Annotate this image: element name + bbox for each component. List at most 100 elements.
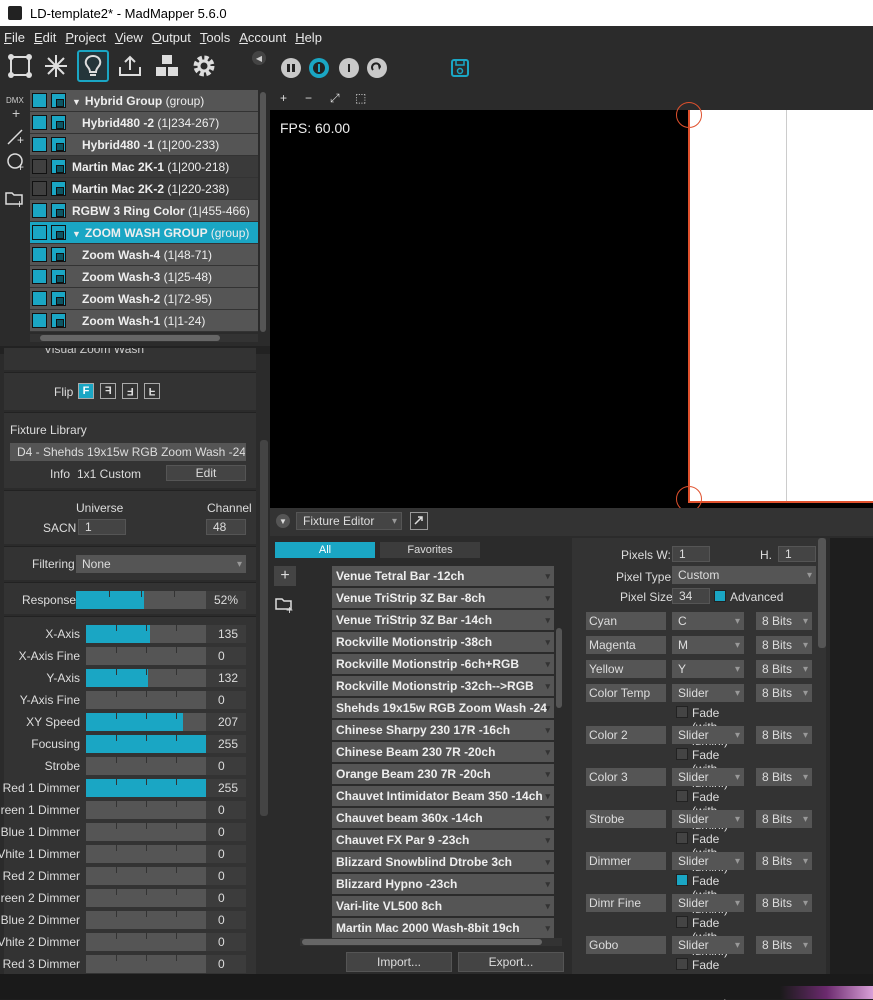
channel-slider[interactable] bbox=[86, 889, 206, 907]
lock-icon[interactable] bbox=[51, 159, 66, 174]
visibility-checkbox[interactable] bbox=[32, 115, 47, 130]
channel-name-input[interactable]: Gobo bbox=[586, 936, 666, 954]
channel-slider[interactable] bbox=[86, 625, 206, 643]
save-icon[interactable] bbox=[450, 58, 470, 78]
channel-value[interactable]: 0 bbox=[206, 933, 246, 951]
channel-name-input[interactable]: Dimr Fine bbox=[586, 894, 666, 912]
add-fixture-icon[interactable]: + bbox=[274, 566, 296, 586]
tree-row[interactable]: Martin Mac 2K-2 (1|220-238) bbox=[30, 178, 258, 200]
props-scrollbar[interactable] bbox=[818, 538, 826, 648]
channel-name-input[interactable]: Strobe bbox=[586, 810, 666, 828]
library-item[interactable]: Rockville Motionstrip -32ch-->RGB bbox=[332, 676, 554, 696]
visibility-checkbox[interactable] bbox=[32, 159, 47, 174]
collapse-arrow-icon[interactable]: ◀ bbox=[252, 51, 266, 65]
channel-slider[interactable] bbox=[86, 867, 206, 885]
lock-icon[interactable] bbox=[51, 313, 66, 328]
tree-row[interactable]: Zoom Wash-4 (1|48-71) bbox=[30, 244, 258, 266]
channel-name-input[interactable]: Color 2 bbox=[586, 726, 666, 744]
channel-mode-select[interactable]: Slider bbox=[672, 894, 744, 912]
channel-mode-select[interactable]: Slider bbox=[672, 936, 744, 954]
channel-bits-select[interactable]: 8 Bits bbox=[756, 810, 812, 828]
channel-slider[interactable] bbox=[86, 735, 206, 753]
import-button[interactable]: Import... bbox=[346, 952, 452, 972]
tree-row[interactable]: Hybrid480 -2 (1|234-267) bbox=[30, 112, 258, 134]
zoom-out-icon[interactable]: − bbox=[305, 91, 312, 105]
expand-icon[interactable]: ▼ bbox=[72, 97, 81, 107]
frame-icon[interactable]: ⬚ bbox=[355, 91, 366, 105]
channel-value[interactable]: 132 bbox=[206, 669, 246, 687]
tree-row[interactable]: Zoom Wash-1 (1|1-24) bbox=[30, 310, 258, 332]
channel-bits-select[interactable]: 8 Bits bbox=[756, 726, 812, 744]
channel-mode-select[interactable]: C bbox=[672, 612, 744, 630]
channel-value[interactable]: 0 bbox=[206, 889, 246, 907]
fixture-library-select[interactable]: D4 - Shehds 19x15w RGB Zoom Wash -24c bbox=[10, 443, 246, 461]
fit-icon[interactable]: ⤢ bbox=[330, 91, 340, 106]
library-item[interactable]: Blizzard Hypno -23ch bbox=[332, 874, 554, 894]
visibility-checkbox[interactable] bbox=[32, 269, 47, 284]
channel-slider[interactable] bbox=[86, 713, 206, 731]
menu-account[interactable]: Account bbox=[239, 30, 286, 45]
tree-row[interactable]: Zoom Wash-3 (1|25-48) bbox=[30, 266, 258, 288]
menu-edit[interactable]: Edit bbox=[34, 30, 56, 45]
visibility-checkbox[interactable] bbox=[32, 313, 47, 328]
lock-icon[interactable] bbox=[51, 115, 66, 130]
edit-button[interactable]: Edit bbox=[166, 465, 246, 481]
channel-mode-select[interactable]: Slider bbox=[672, 810, 744, 828]
channel-mode-select[interactable]: Y bbox=[672, 660, 744, 678]
response-value[interactable]: 52% bbox=[206, 591, 246, 609]
tree-row[interactable]: Zoom Wash-2 (1|72-95) bbox=[30, 288, 258, 310]
channel-slider[interactable] bbox=[86, 801, 206, 819]
channel-value[interactable]: 255 bbox=[206, 779, 246, 797]
channel-value[interactable]: 207 bbox=[206, 713, 246, 731]
tree-scrollbar[interactable] bbox=[260, 92, 268, 332]
menu-output[interactable]: Output bbox=[152, 30, 191, 45]
response-slider[interactable] bbox=[76, 591, 206, 609]
visibility-checkbox[interactable] bbox=[32, 203, 47, 218]
fade-checkbox[interactable] bbox=[676, 832, 688, 844]
folder-add-icon[interactable]: + bbox=[4, 188, 26, 211]
fade-checkbox[interactable] bbox=[676, 748, 688, 760]
circle-add-icon[interactable]: + bbox=[6, 152, 26, 175]
library-item[interactable]: Venue TriStrip 3Z Bar -14ch bbox=[332, 610, 554, 630]
channel-bits-select[interactable]: 8 Bits bbox=[756, 636, 812, 654]
channel-bits-select[interactable]: 8 Bits bbox=[756, 936, 812, 954]
corner-handle-top[interactable] bbox=[676, 102, 702, 128]
channel-value[interactable]: 0 bbox=[206, 955, 246, 973]
library-item[interactable]: Chauvet FX Par 9 -23ch bbox=[332, 830, 554, 850]
line-add-icon[interactable]: + bbox=[6, 126, 26, 149]
pause-icon[interactable] bbox=[281, 58, 301, 78]
channel-name-input[interactable]: Magenta bbox=[586, 636, 666, 654]
library-item[interactable]: Martin Mac 2000 Wash-8bit 19ch bbox=[332, 918, 554, 938]
zoom-in-icon[interactable]: + bbox=[280, 91, 287, 105]
tree-row[interactable]: RGBW 3 Ring Color (1|455-466) bbox=[30, 200, 258, 222]
pixel-size-input[interactable]: 34 bbox=[672, 588, 710, 604]
cubes-icon[interactable] bbox=[151, 50, 183, 82]
channel-slider[interactable] bbox=[86, 669, 206, 687]
menu-view[interactable]: View bbox=[115, 30, 143, 45]
lock-icon[interactable] bbox=[51, 247, 66, 262]
visibility-checkbox[interactable] bbox=[32, 93, 47, 108]
tree-row[interactable]: Hybrid480 -1 (1|200-233) bbox=[30, 134, 258, 156]
library-item[interactable]: Chauvet Intimidator Beam 350 -14ch bbox=[332, 786, 554, 806]
tree-row[interactable]: ▼ ZOOM WASH GROUP (group) bbox=[30, 222, 258, 244]
flip-horizontal-button[interactable]: F bbox=[100, 383, 116, 399]
channel-value[interactable]: 0 bbox=[206, 911, 246, 929]
channel-value[interactable]: 0 bbox=[206, 867, 246, 885]
lock-icon[interactable] bbox=[51, 291, 66, 306]
channel-name-input[interactable]: Dimmer bbox=[586, 852, 666, 870]
library-scrollbar[interactable] bbox=[556, 628, 562, 708]
fade-checkbox[interactable] bbox=[676, 706, 688, 718]
channel-name-input[interactable]: Color 3 bbox=[586, 768, 666, 786]
channel-mode-select[interactable]: Slider bbox=[672, 684, 744, 702]
gear-icon[interactable] bbox=[188, 50, 220, 82]
channel-mode-select[interactable]: Slider bbox=[672, 852, 744, 870]
channel-bits-select[interactable]: 8 Bits bbox=[756, 852, 812, 870]
flip-none-button[interactable]: F bbox=[78, 383, 94, 399]
library-item[interactable]: Rockville Motionstrip -38ch bbox=[332, 632, 554, 652]
fade-checkbox[interactable] bbox=[676, 874, 688, 886]
visibility-checkbox[interactable] bbox=[32, 137, 47, 152]
channel-mode-select[interactable]: Slider bbox=[672, 726, 744, 744]
channel-name-input[interactable]: Yellow bbox=[586, 660, 666, 678]
lock-icon[interactable] bbox=[51, 181, 66, 196]
menu-file[interactable]: File bbox=[4, 30, 25, 45]
